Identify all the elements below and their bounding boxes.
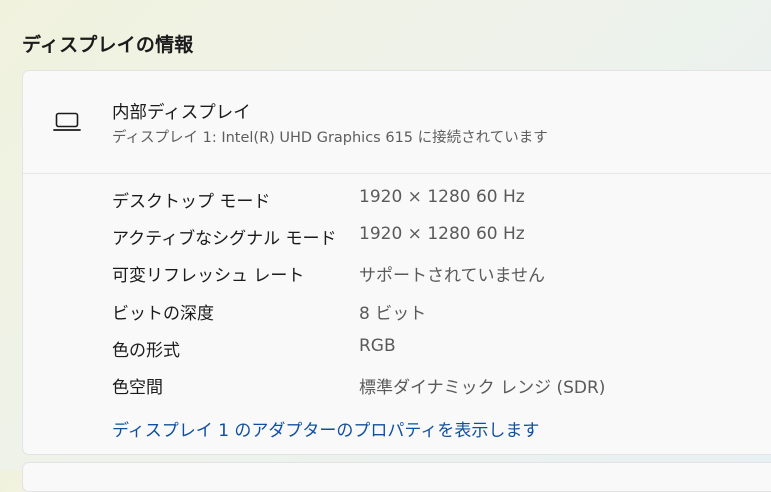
- property-value: RGB: [359, 335, 396, 356]
- display-header: 内部ディスプレイ ディスプレイ 1: Intel(R) UHD Graphics…: [23, 71, 771, 174]
- property-value: サポートされていません: [359, 266, 545, 287]
- adapter-properties-link[interactable]: ディスプレイ 1 のアダプターのプロパティを表示します: [112, 416, 539, 441]
- property-label: 可変リフレッシュ レート: [112, 266, 305, 287]
- display-name: 内部ディスプレイ: [112, 103, 251, 123]
- display-subtitle: ディスプレイ 1: Intel(R) UHD Graphics 615 に接続さ…: [112, 130, 548, 146]
- next-display-card: [22, 462, 771, 492]
- property-value: 8 ビット: [359, 303, 427, 324]
- display-info-card: 内部ディスプレイ ディスプレイ 1: Intel(R) UHD Graphics…: [22, 70, 771, 455]
- section-title: ディスプレイの情報: [22, 34, 194, 56]
- property-label: 色の形式: [112, 340, 180, 361]
- laptop-icon: [53, 111, 81, 133]
- property-value: 1920 × 1280 60 Hz: [359, 187, 525, 207]
- property-value: 標準ダイナミック レンジ (SDR): [359, 377, 606, 398]
- property-label: デスクトップ モード: [112, 192, 271, 212]
- property-label: 色空間: [112, 377, 163, 398]
- property-value: 1920 × 1280 60 Hz: [359, 224, 525, 245]
- property-label: ビットの深度: [112, 303, 214, 324]
- property-label: アクティブなシグナル モード: [112, 229, 337, 250]
